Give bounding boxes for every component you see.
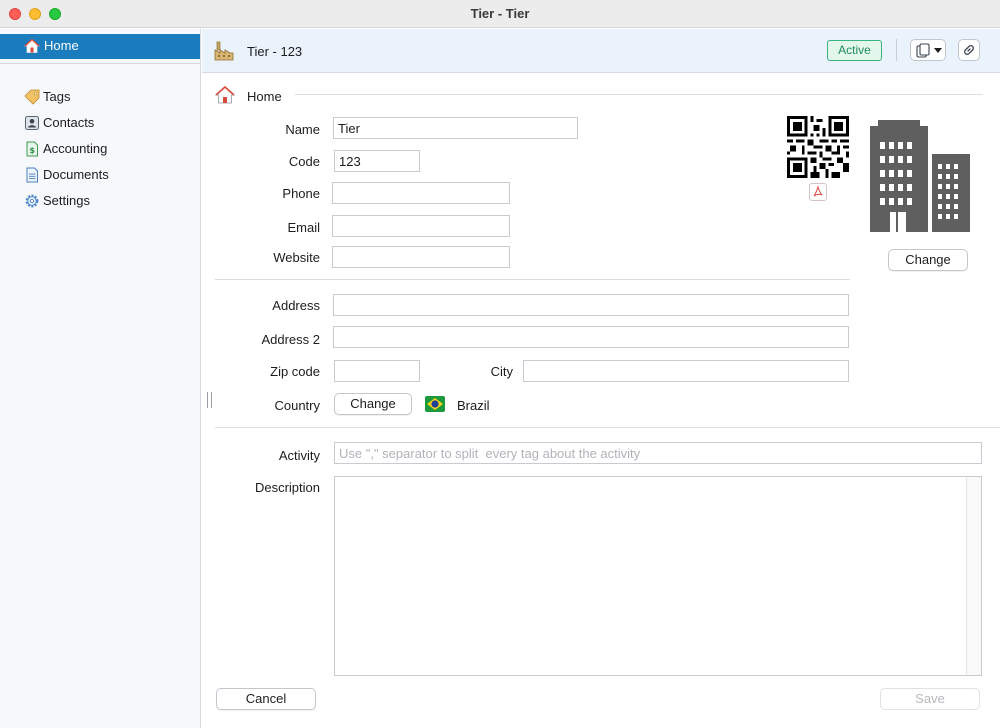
qr-code-image [787,116,849,178]
tag-icon [24,89,40,105]
sidebar-item-label: Home [44,38,79,53]
website-field[interactable] [332,246,510,268]
breadcrumb-divider [295,94,983,95]
sidebar-item-settings[interactable]: Settings [24,191,194,211]
sidebar-item-tags[interactable]: Tags [24,87,194,107]
sidebar-item-documents[interactable]: Documents [24,165,194,185]
window-title: Tier - Tier [470,6,530,21]
sidebar-item-home[interactable]: Home [0,34,200,59]
sidebar: Home Tags Contacts $ Accounting Document [0,29,201,728]
activity-label: Activity [278,448,320,463]
phone-field[interactable] [332,182,510,204]
address2-label: Address 2 [261,332,320,347]
document-icon [26,167,38,183]
copy-icon [916,43,930,58]
pdf-export-button[interactable] [809,183,827,201]
code-field[interactable] [334,150,420,172]
main-content: Home Name Code Phone Email Website [202,74,1000,728]
city-field[interactable] [523,360,849,382]
sidebar-item-contacts[interactable]: Contacts [24,113,194,133]
chevron-down-icon [934,48,942,53]
sidebar-item-accounting[interactable]: $ Accounting [24,139,194,159]
link-button[interactable] [958,39,980,61]
gear-icon [25,194,39,208]
brazil-flag-icon [425,396,445,412]
name-field[interactable] [333,117,578,139]
record-title: Tier - 123 [247,44,303,59]
phone-label: Phone [282,186,320,201]
sidebar-item-label: Settings [43,193,90,208]
status-badge[interactable]: Active [827,40,882,61]
activity-tags-input[interactable] [334,442,982,464]
split-resize-handle[interactable] [207,392,212,408]
change-image-button[interactable]: Change [888,249,968,271]
save-button[interactable]: Save [880,688,980,710]
address-field[interactable] [333,294,849,316]
description-scrollbar[interactable] [966,477,981,675]
address-label: Address [272,298,320,313]
description-label: Description [254,480,320,495]
section-divider [215,279,850,280]
sidebar-item-label: Accounting [43,141,108,156]
home-icon [215,85,235,104]
country-label: Country [274,398,320,413]
code-label: Code [288,154,320,169]
description-textarea[interactable] [334,476,982,676]
cancel-button[interactable]: Cancel [216,688,316,710]
zip-label: Zip code [270,364,320,379]
name-label: Name [285,122,320,137]
sidebar-item-label: Documents [43,167,109,182]
change-country-button[interactable]: Change [334,393,412,415]
address2-field[interactable] [333,326,849,348]
link-icon [964,45,974,55]
accounting-icon: $ [26,141,38,157]
country-name: Brazil [457,398,490,413]
pdf-icon [813,185,823,197]
company-building-image [870,120,970,232]
sidebar-item-label: Contacts [43,115,95,130]
email-label: Email [287,220,320,235]
header-divider [896,39,897,61]
email-field[interactable] [332,215,510,237]
svg-text:$: $ [29,146,35,155]
title-bar: Tier - Tier [0,0,1000,28]
section-divider [215,427,1000,428]
contact-card-icon [25,116,39,130]
factory-icon [214,41,234,61]
city-label: City [490,364,513,379]
sidebar-divider [0,63,200,64]
sidebar-item-label: Tags [43,89,71,104]
breadcrumb: Home [247,89,282,104]
home-icon [24,38,40,53]
record-header: Tier - 123 Active [202,29,1000,73]
website-label: Website [273,250,320,265]
copy-menu-button[interactable] [910,39,946,61]
